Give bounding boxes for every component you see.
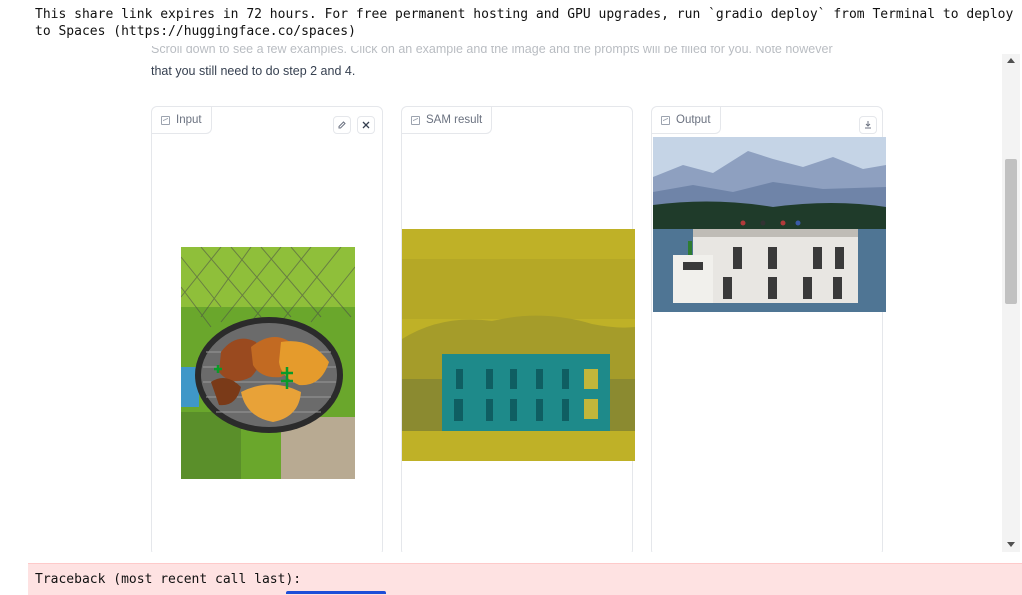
edit-button[interactable]: [333, 116, 351, 134]
output-image-panel: Output: [651, 106, 886, 552]
share-link-message: This share link expires in 72 hours. For…: [35, 7, 1022, 39]
sam-result-panel: SAM result: [401, 106, 635, 552]
close-icon: [362, 121, 370, 129]
sam-mask-image: [402, 229, 635, 461]
input-image-bbq[interactable]: [181, 247, 355, 479]
share-link-banner: This share link expires in 72 hours. For…: [0, 0, 1022, 46]
download-button[interactable]: [859, 116, 877, 134]
sam-result-label: SAM result: [402, 107, 493, 134]
download-icon: [865, 121, 871, 129]
traceback-text: Traceback (most recent call last):: [35, 572, 302, 587]
scroll-up-arrow-icon[interactable]: [1007, 58, 1015, 63]
input-image-panel[interactable]: Input: [151, 106, 383, 552]
scroll-down-arrow-icon[interactable]: [1007, 542, 1015, 547]
image-icon: [161, 115, 170, 125]
instructions-text: that you still need to do step 2 and 4.: [151, 64, 356, 78]
input-label: Input: [152, 107, 212, 134]
main-content: Scroll down to see a few examples. Click…: [0, 46, 1002, 552]
image-icon: [411, 115, 420, 125]
instructions-partial-line: Scroll down to see a few examples. Click…: [151, 46, 833, 56]
output-image-building: [653, 137, 886, 312]
clear-button[interactable]: [357, 116, 375, 134]
page-scrollbar[interactable]: [1002, 54, 1020, 552]
pencil-icon: [338, 121, 346, 129]
scrollbar-thumb[interactable]: [1005, 159, 1017, 304]
output-label: Output: [652, 107, 721, 134]
image-icon: [661, 115, 670, 125]
error-traceback-bar: Traceback (most recent call last):: [28, 563, 1022, 595]
